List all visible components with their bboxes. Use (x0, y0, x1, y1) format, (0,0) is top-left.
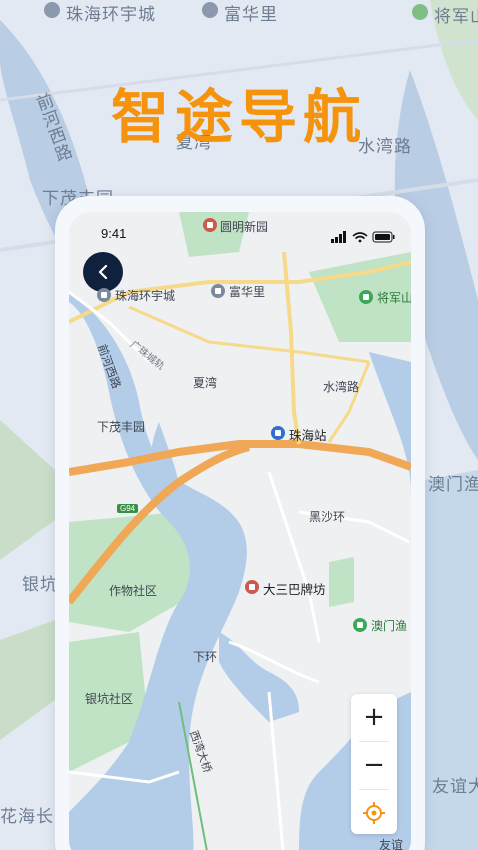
locate-button[interactable] (351, 790, 397, 836)
map-label-heishahuan[interactable]: 黑沙环 (309, 508, 345, 525)
bg-label-huahai: 花海长 (0, 807, 54, 827)
map-label-huanyu[interactable]: 珠海环宇城 (115, 287, 175, 304)
poi-pin-icon (97, 288, 111, 302)
bg-label-yinkeng: 银坑 (22, 575, 58, 595)
zoom-controls: + − (351, 694, 397, 834)
map-label-zuowu[interactable]: 作物社区 (109, 582, 157, 599)
map-label-zhuhai-station[interactable]: 珠海站 (289, 425, 327, 444)
poi-pin-icon (245, 580, 259, 594)
bg-label-fuhua: 富华里 (224, 5, 278, 25)
phone-frame: 9:41 圆明新园 珠海环宇城 富华里 将军山 广珠城轨 前河西路 夏湾 水湾路… (55, 196, 425, 850)
status-icons (331, 228, 395, 247)
poi-pin-icon (353, 618, 367, 632)
map-label-macau-fishing[interactable]: 澳门渔 (371, 617, 407, 634)
bg-poi-icon (44, 2, 60, 18)
poi-pin-icon (203, 218, 217, 232)
phone-screen: 9:41 圆明新园 珠海环宇城 富华里 将军山 广珠城轨 前河西路 夏湾 水湾路… (69, 212, 411, 850)
map-label-xiawan[interactable]: 夏湾 (193, 374, 217, 391)
map-label-jiangjun[interactable]: 将军山 (377, 289, 411, 306)
poi-pin-icon (359, 290, 373, 304)
poi-pin-icon (211, 284, 225, 298)
bg-label-youyi: 友谊大 (432, 777, 478, 797)
status-time: 9:41 (101, 226, 127, 241)
highway-shield: G94 (117, 504, 139, 513)
bg-label-macau-fishing: 澳门渔 (428, 475, 478, 495)
map-label-fuhua[interactable]: 富华里 (229, 283, 265, 300)
train-station-icon (271, 426, 285, 440)
zoom-in-button[interactable]: + (351, 694, 397, 740)
chevron-left-icon (98, 265, 108, 279)
status-indicators-icon (331, 231, 395, 243)
bg-poi-icon (412, 4, 428, 20)
zoom-out-button[interactable]: − (351, 742, 397, 788)
map-label-xiamao[interactable]: 下茂丰园 (97, 418, 145, 435)
map-label-xiahuan[interactable]: 下环 (193, 648, 217, 665)
bg-poi-icon (202, 2, 218, 18)
map-label-yinkeng[interactable]: 银坑社区 (85, 690, 133, 707)
map-label-yuanming[interactable]: 圆明新园 (220, 218, 268, 235)
map-label-dasanba[interactable]: 大三巴牌坊 (263, 579, 326, 598)
map-label-youyi: 友谊 (379, 838, 404, 850)
locate-icon (363, 802, 385, 824)
app-headline: 智途导航 (110, 83, 367, 151)
bg-label-jiangjun: 将军山 (434, 7, 478, 27)
bg-label-huanyu: 珠海环宇城 (66, 5, 156, 25)
map-label-shuiwan[interactable]: 水湾路 (323, 378, 359, 395)
back-button[interactable] (83, 252, 123, 292)
